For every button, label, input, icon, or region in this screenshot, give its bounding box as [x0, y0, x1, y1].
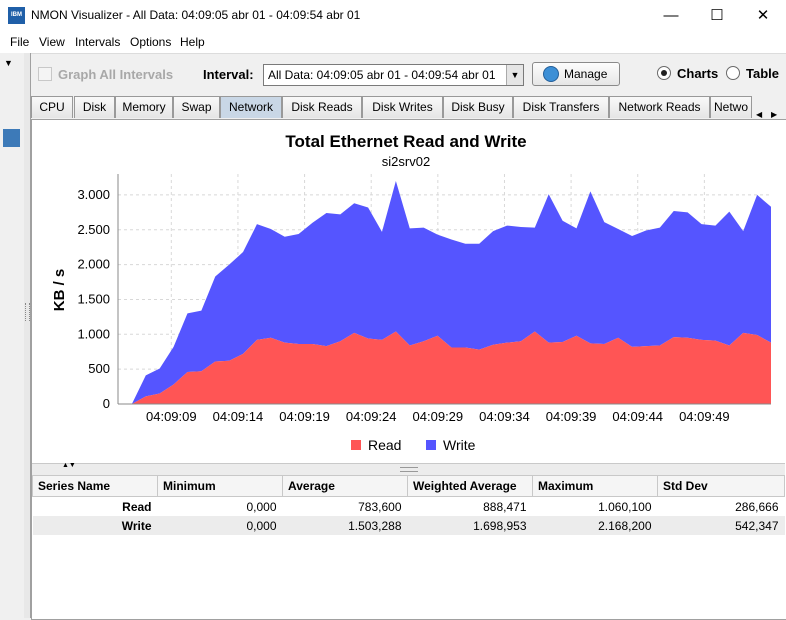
table-cell: 286,666 [735, 499, 779, 514]
column-header[interactable]: Series Name [32, 475, 158, 497]
column-header[interactable]: Maximum [532, 475, 658, 497]
tab-scroll-left-icon[interactable]: ◀ [756, 110, 762, 119]
y-tick-label: 1.000 [77, 326, 110, 341]
table-cell: 0,000 [157, 516, 283, 535]
table-row[interactable]: Write 0,000 1.503,288 1.698,953 2.168,20… [32, 516, 785, 535]
table-radio-label[interactable]: Table [746, 66, 779, 81]
x-tick-label: 04:09:39 [546, 409, 597, 424]
legend-swatch-read [351, 440, 361, 450]
minimize-button[interactable]: — [648, 0, 694, 31]
table-cell: 1.698,953 [407, 516, 533, 535]
x-tick-label: 04:09:24 [346, 409, 397, 424]
radio-selected-dot [661, 70, 667, 76]
x-tick-label: 04:09:49 [679, 409, 730, 424]
table-radio[interactable] [726, 66, 740, 80]
column-header[interactable]: Weighted Average [407, 475, 533, 497]
divider-grip-icon[interactable] [400, 467, 418, 472]
dropdown-arrow-icon[interactable]: ▼ [506, 65, 523, 85]
y-tick-label: 3.000 [77, 187, 110, 202]
series-name-cell: Write [32, 516, 158, 535]
tab-disk[interactable]: Disk [74, 96, 115, 118]
window-title: NMON Visualizer - All Data: 04:09:05 abr… [31, 8, 361, 22]
close-button[interactable]: ✕ [740, 0, 786, 31]
manage-button[interactable]: Manage [532, 62, 620, 86]
tab-scroll-right-icon[interactable]: ▶ [771, 110, 777, 119]
menu-file[interactable]: File [10, 35, 29, 49]
clock-icon [543, 66, 559, 82]
column-header[interactable]: Average [282, 475, 408, 497]
menu-bar: File View Intervals Options Help [0, 31, 786, 54]
interval-select-value: All Data: 04:09:05 abr 01 - 04:09:54 abr… [268, 68, 496, 82]
graph-all-checkbox[interactable] [38, 67, 52, 81]
interval-select[interactable]: All Data: 04:09:05 abr 01 - 04:09:54 abr… [263, 64, 524, 86]
y-tick-label: 500 [88, 361, 110, 376]
series-name-cell: Read [122, 499, 152, 514]
chart-table-divider[interactable]: ▲▼ [32, 462, 785, 475]
charts-radio-label[interactable]: Charts [677, 66, 718, 81]
tab-disk-busy[interactable]: Disk Busy [443, 96, 513, 118]
y-tick-label: 1.500 [77, 291, 110, 306]
menu-intervals[interactable]: Intervals [75, 35, 120, 49]
tab-network-more[interactable]: Netwo [710, 96, 752, 118]
table-header-row: Series Name Minimum Average Weighted Ave… [32, 475, 785, 497]
table-cell: 0,000 [246, 499, 277, 514]
tab-network[interactable]: Network [220, 96, 282, 118]
tab-disk-transfers[interactable]: Disk Transfers [513, 96, 609, 118]
statistics-table: Series Name Minimum Average Weighted Ave… [32, 475, 785, 535]
tab-network-reads[interactable]: Network Reads [609, 96, 710, 118]
table-row[interactable]: Read 0,000 783,600 888,471 1.060,100 286… [33, 497, 785, 517]
column-header[interactable]: Minimum [157, 475, 283, 497]
tab-disk-reads[interactable]: Disk Reads [282, 96, 362, 118]
legend-label-read: Read [368, 437, 401, 453]
tab-swap[interactable]: Swap [173, 96, 220, 118]
expand-arrows-icon[interactable]: ▲▼ [62, 462, 76, 469]
chart-legend: Read Write [351, 437, 476, 453]
charts-radio[interactable] [657, 66, 671, 80]
maximize-button[interactable]: ☐ [694, 0, 740, 31]
title-bar: IBM NMON Visualizer - All Data: 04:09:05… [0, 0, 786, 31]
menu-view[interactable]: View [39, 35, 65, 49]
menu-help[interactable]: Help [180, 35, 205, 49]
panel-splitter[interactable] [24, 53, 31, 618]
x-tick-label: 04:09:44 [612, 409, 663, 424]
table-cell: 542,347 [657, 516, 785, 535]
table-cell: 888,471 [483, 499, 527, 514]
tree-panel: ▼ [0, 53, 25, 618]
plot-area: 0 500 1.000 1.500 2.000 2.500 3.000 04:09:09 04:… [77, 174, 771, 424]
tree-node-selected[interactable] [3, 129, 20, 147]
table-cell: 1.060,100 [598, 499, 652, 514]
y-tick-label: 2.500 [77, 222, 110, 237]
tree-collapse-icon[interactable]: ▼ [4, 58, 13, 68]
tab-memory[interactable]: Memory [115, 96, 173, 118]
manage-button-label: Manage [564, 67, 608, 81]
network-chart: Total Ethernet Read and Write si2srv02 K… [51, 132, 771, 453]
tab-disk-writes[interactable]: Disk Writes [362, 96, 443, 118]
chart-title: Total Ethernet Read and Write [285, 132, 526, 151]
table-cell: 2.168,200 [532, 516, 658, 535]
chart-subtitle: si2srv02 [382, 154, 430, 169]
legend-label-write: Write [443, 437, 476, 453]
tab-strip: CPU Disk Memory Swap Network Disk Reads … [31, 96, 786, 120]
menu-options[interactable]: Options [130, 35, 171, 49]
x-tick-label: 04:09:34 [479, 409, 530, 424]
interval-label: Interval: [203, 67, 254, 82]
x-tick-label: 04:09:09 [146, 409, 197, 424]
tab-cpu[interactable]: CPU [31, 96, 73, 118]
y-tick-label: 2.000 [77, 257, 110, 272]
x-tick-label: 04:09:19 [279, 409, 330, 424]
x-tick-label: 04:09:14 [213, 409, 264, 424]
y-axis-label: KB / s [51, 269, 68, 312]
x-tick-label: 04:09:29 [413, 409, 464, 424]
app-icon: IBM [8, 7, 25, 24]
table-cell: 783,600 [358, 499, 402, 514]
graph-all-label: Graph All Intervals [58, 67, 174, 82]
table-cell: 1.503,288 [282, 516, 408, 535]
y-tick-label: 0 [103, 396, 110, 411]
splitter-grip-icon[interactable] [25, 303, 30, 321]
legend-swatch-write [426, 440, 436, 450]
column-header[interactable]: Std Dev [657, 475, 785, 497]
